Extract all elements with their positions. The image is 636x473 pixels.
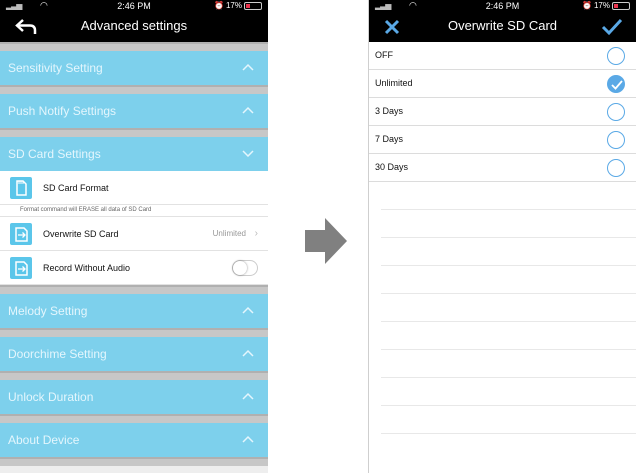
overwrite-sd-card-label: Overwrite SD Card: [43, 228, 119, 239]
chevron-up-icon: [242, 349, 254, 357]
battery-indicator: ⏰ 17%: [214, 1, 262, 10]
sd-card-format-label: SD Card Format: [43, 182, 109, 193]
section-label: Doorchime Setting: [8, 347, 107, 361]
sd-card-format-row[interactable]: SD Card Format: [0, 171, 268, 205]
radio-button[interactable]: [607, 103, 625, 121]
section-label: SD Card Settings: [8, 147, 101, 161]
option-7-days[interactable]: 7 Days: [369, 126, 636, 154]
section-sensitivity-setting[interactable]: Sensitivity Setting: [0, 51, 268, 85]
section-push-notify-settings[interactable]: Push Notify Settings: [0, 94, 268, 128]
empty-row: [381, 322, 636, 350]
section-divider: [0, 414, 268, 423]
radio-button[interactable]: [607, 131, 625, 149]
chevron-up-icon: [242, 392, 254, 400]
checkmark-icon: [611, 80, 623, 90]
option-30-days[interactable]: 30 Days: [369, 154, 636, 182]
section-label: About Device: [8, 433, 80, 447]
page-title: Advanced settings: [80, 18, 188, 33]
section-about-device[interactable]: About Device: [0, 423, 268, 457]
radio-button-selected[interactable]: [607, 75, 625, 93]
section-divider: [0, 371, 268, 380]
section-melody-setting[interactable]: Melody Setting: [0, 294, 268, 328]
radio-button[interactable]: [607, 159, 625, 177]
alarm-icon: ⏰: [214, 1, 224, 10]
chevron-up-icon: [242, 63, 254, 71]
chevron-down-icon: [242, 150, 254, 157]
empty-row: [381, 294, 636, 322]
confirm-check-icon[interactable]: [600, 17, 624, 37]
section-label: Melody Setting: [8, 304, 88, 318]
format-warning-text: Format command will ERASE all data of SD…: [0, 205, 268, 217]
overwrite-value: Unlimited: [212, 229, 246, 238]
overwrite-sd-card-row[interactable]: Overwrite SD Card Unlimited ›: [0, 217, 268, 251]
status-bar: ▂▃▅ ◠ 2:46 PM ⏰ 17%: [369, 0, 636, 12]
record-without-audio-toggle[interactable]: [232, 260, 258, 276]
section-label: Push Notify Settings: [8, 104, 117, 118]
section-divider: [0, 285, 268, 294]
overwrite-options-list: OFF Unlimited 3 Days 7 Days 30 Days: [369, 42, 636, 434]
option-label: 7 Days: [375, 134, 404, 144]
battery-percent: 17%: [225, 1, 242, 10]
empty-row: [381, 350, 636, 378]
empty-row: [381, 210, 636, 238]
option-label: OFF: [375, 50, 393, 60]
battery-icon: [612, 1, 630, 10]
option-label: Unlimited: [375, 78, 413, 88]
record-without-audio-row: Record Without Audio: [0, 251, 268, 285]
option-3-days[interactable]: 3 Days: [369, 98, 636, 126]
empty-row: [381, 266, 636, 294]
chevron-up-icon: [242, 306, 254, 314]
battery-percent: 17%: [593, 1, 610, 10]
section-doorchime-setting[interactable]: Doorchime Setting: [0, 337, 268, 371]
section-divider: [0, 328, 268, 337]
section-divider: [0, 457, 268, 466]
record-without-audio-label: Record Without Audio: [43, 262, 131, 273]
radio-button[interactable]: [607, 47, 625, 65]
empty-row: [381, 406, 636, 434]
advanced-settings-screen: ▂▃▅ ◠ 2:46 PM ⏰ 17% Advanced settings Se…: [0, 0, 268, 473]
empty-row: [381, 182, 636, 210]
navigation-bar: ▂▃▅ ◠ 2:46 PM ⏰ 17% Overwrite SD Card: [369, 0, 636, 42]
chevron-right-icon: ›: [254, 228, 258, 239]
record-icon: [10, 257, 32, 279]
section-sd-card-settings[interactable]: SD Card Settings: [0, 137, 268, 171]
alarm-icon: ⏰: [582, 1, 592, 10]
option-unlimited[interactable]: Unlimited: [369, 70, 636, 98]
option-label: 3 Days: [375, 106, 404, 116]
overwrite-icon: [10, 223, 32, 245]
chevron-up-icon: [242, 435, 254, 443]
section-label: Unlock Duration: [8, 390, 94, 404]
overwrite-sd-card-screen: ▂▃▅ ◠ 2:46 PM ⏰ 17% Overwrite SD Card OF…: [368, 0, 636, 473]
battery-indicator: ⏰ 17%: [582, 1, 630, 10]
chevron-up-icon: [242, 106, 254, 114]
status-bar: ▂▃▅ ◠ 2:46 PM ⏰ 17%: [0, 0, 268, 12]
empty-row: [381, 238, 636, 266]
battery-icon: [244, 1, 262, 10]
section-label: Sensitivity Setting: [8, 61, 103, 75]
navigation-bar: ▂▃▅ ◠ 2:46 PM ⏰ 17% Advanced settings: [0, 0, 268, 42]
page-title: Overwrite SD Card: [447, 18, 558, 33]
option-label: 30 Days: [375, 162, 409, 172]
option-off[interactable]: OFF: [369, 42, 636, 70]
settings-list: Sensitivity Setting Push Notify Settings…: [0, 42, 268, 473]
section-divider: [0, 128, 268, 137]
transition-arrow-icon: [305, 218, 347, 264]
section-divider: [0, 42, 268, 51]
section-unlock-duration[interactable]: Unlock Duration: [0, 380, 268, 414]
empty-row: [381, 378, 636, 406]
sd-card-icon: [10, 177, 32, 199]
section-divider: [0, 85, 268, 94]
